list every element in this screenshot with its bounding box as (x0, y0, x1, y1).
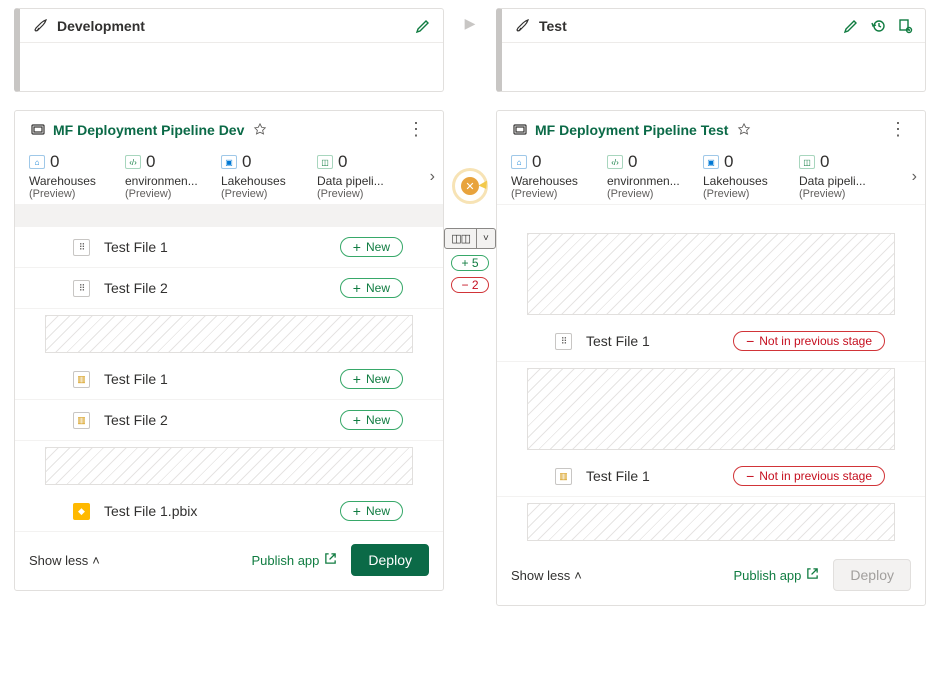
deploy-button: Deploy (833, 559, 911, 591)
compare-button[interactable]: ◫◫ ˅ (444, 228, 496, 249)
metrics-row: ⌂0 Warehouses (Preview) ‹/›0 environmen.… (497, 144, 925, 205)
external-icon (806, 567, 819, 583)
warehouse-icon: ⌂ (511, 155, 527, 169)
metric-data-pipelines[interactable]: ◫0 Data pipeli... (Preview) (799, 152, 887, 200)
list-item[interactable]: ▥Test File 1 +New (15, 359, 443, 400)
cancel-sync-icon: ✕ (461, 177, 479, 195)
environment-icon: ‹/› (607, 155, 623, 169)
lakehouse-icon: ▣ (703, 155, 719, 169)
publish-app-link[interactable]: Publish app (251, 552, 337, 568)
report-icon: ▥ (73, 371, 90, 388)
list-item[interactable]: ⠿Test File 1 −Not in previous stage (497, 321, 925, 362)
dataset-icon: ⠿ (555, 333, 572, 350)
more-menu[interactable]: ⋮ (885, 123, 911, 136)
premium-icon (251, 121, 268, 138)
metrics-next[interactable]: › (912, 168, 917, 186)
dataset-icon: ⠿ (73, 280, 90, 297)
pipeline-icon: ◫ (317, 155, 333, 169)
empty-placeholder (45, 315, 413, 353)
metric-lakehouses[interactable]: ▣0 Lakehouses (Preview) (221, 152, 309, 200)
development-column: Development MF Deployment Pipeline Dev ⋮ (14, 8, 444, 591)
chevron-down-icon[interactable]: ˅ (477, 229, 495, 248)
more-menu[interactable]: ⋮ (403, 123, 429, 136)
publish-app-link[interactable]: Publish app (733, 567, 819, 583)
workspace-icon (511, 121, 528, 138)
metric-environments[interactable]: ‹/›0 environmen... (Preview) (125, 152, 213, 200)
metric-warehouses[interactable]: ⌂0 Warehouses (Preview) (511, 152, 599, 200)
items-list-dev: ⠿Test File 1 +New ⠿Test File 2 +New ▥Tes… (15, 227, 443, 532)
stage-title-text: Development (57, 18, 145, 34)
rocket-icon (514, 17, 531, 34)
stage-title-text: Test (539, 18, 567, 34)
dataset-icon: ⠿ (73, 239, 90, 256)
empty-placeholder (45, 447, 413, 485)
status-new: +New (340, 278, 403, 298)
workspace-title: MF Deployment Pipeline Dev (53, 122, 244, 138)
list-item[interactable]: ▥Test File 1 −Not in previous stage (497, 456, 925, 497)
list-item[interactable]: ⠿Test File 2 +New (15, 268, 443, 309)
external-icon (324, 552, 337, 568)
status-missing: −Not in previous stage (733, 466, 885, 486)
report-icon: ▥ (555, 468, 572, 485)
arrow-right-icon: ▶ (465, 15, 476, 32)
rules-icon[interactable] (896, 17, 913, 34)
deploy-button[interactable]: Deploy (351, 544, 429, 576)
show-less-toggle[interactable]: Show less ˄ (29, 553, 100, 568)
warehouse-icon: ⌂ (29, 155, 45, 169)
list-item[interactable]: ◆Test File 1.pbix +New (15, 491, 443, 532)
pbix-icon: ◆ (73, 503, 90, 520)
status-new: +New (340, 410, 403, 430)
added-count: + 5 (451, 255, 489, 271)
lakehouse-icon: ▣ (221, 155, 237, 169)
items-list-test: ⠿Test File 1 −Not in previous stage ▥Tes… (497, 227, 925, 547)
workspace-icon (29, 121, 46, 138)
status-new: +New (340, 237, 403, 257)
list-item[interactable]: ⠿Test File 1 +New (15, 227, 443, 268)
empty-placeholder (527, 503, 895, 541)
premium-icon (735, 121, 752, 138)
pipeline-icon: ◫ (799, 155, 815, 169)
workspace-panel-dev: MF Deployment Pipeline Dev ⋮ ⌂0 Warehous… (14, 110, 444, 591)
history-icon[interactable] (869, 17, 886, 34)
status-missing: −Not in previous stage (733, 331, 885, 351)
stage-card-test: Test (496, 8, 926, 92)
metrics-row: ⌂0 Warehouses (Preview) ‹/›0 environmen.… (15, 144, 443, 205)
sync-status-icon: ✕ (452, 168, 488, 204)
workspace-panel-test: MF Deployment Pipeline Test ⋮ ⌂0 Warehou… (496, 110, 926, 606)
show-less-toggle[interactable]: Show less ˄ (511, 568, 582, 583)
metric-warehouses[interactable]: ⌂0 Warehouses (Preview) (29, 152, 117, 200)
stage-card-development: Development (14, 8, 444, 92)
metric-environments[interactable]: ‹/›0 environmen... (Preview) (607, 152, 695, 200)
chevron-up-icon: ˄ (574, 568, 582, 583)
status-new: +New (340, 369, 403, 389)
rocket-icon (32, 17, 49, 34)
workspace-title: MF Deployment Pipeline Test (535, 122, 728, 138)
environment-icon: ‹/› (125, 155, 141, 169)
chevron-up-icon: ˄ (92, 553, 100, 568)
metric-data-pipelines[interactable]: ◫0 Data pipeli... (Preview) (317, 152, 405, 200)
metric-lakehouses[interactable]: ▣0 Lakehouses (Preview) (703, 152, 791, 200)
removed-count: − 2 (451, 277, 489, 293)
metrics-next[interactable]: › (430, 168, 435, 186)
report-icon: ▥ (73, 412, 90, 429)
status-new: +New (340, 501, 403, 521)
edit-icon[interactable] (414, 17, 431, 34)
test-column: Test MF Deployment Pipelin (496, 8, 926, 606)
empty-placeholder (527, 368, 895, 450)
empty-placeholder (527, 233, 895, 315)
compare-icon: ◫◫ (445, 229, 477, 248)
compare-column: ▶ ✕ ◫◫ ˅ + 5 − 2 (445, 8, 495, 293)
list-item[interactable]: ▥Test File 2 +New (15, 400, 443, 441)
edit-icon[interactable] (842, 17, 859, 34)
